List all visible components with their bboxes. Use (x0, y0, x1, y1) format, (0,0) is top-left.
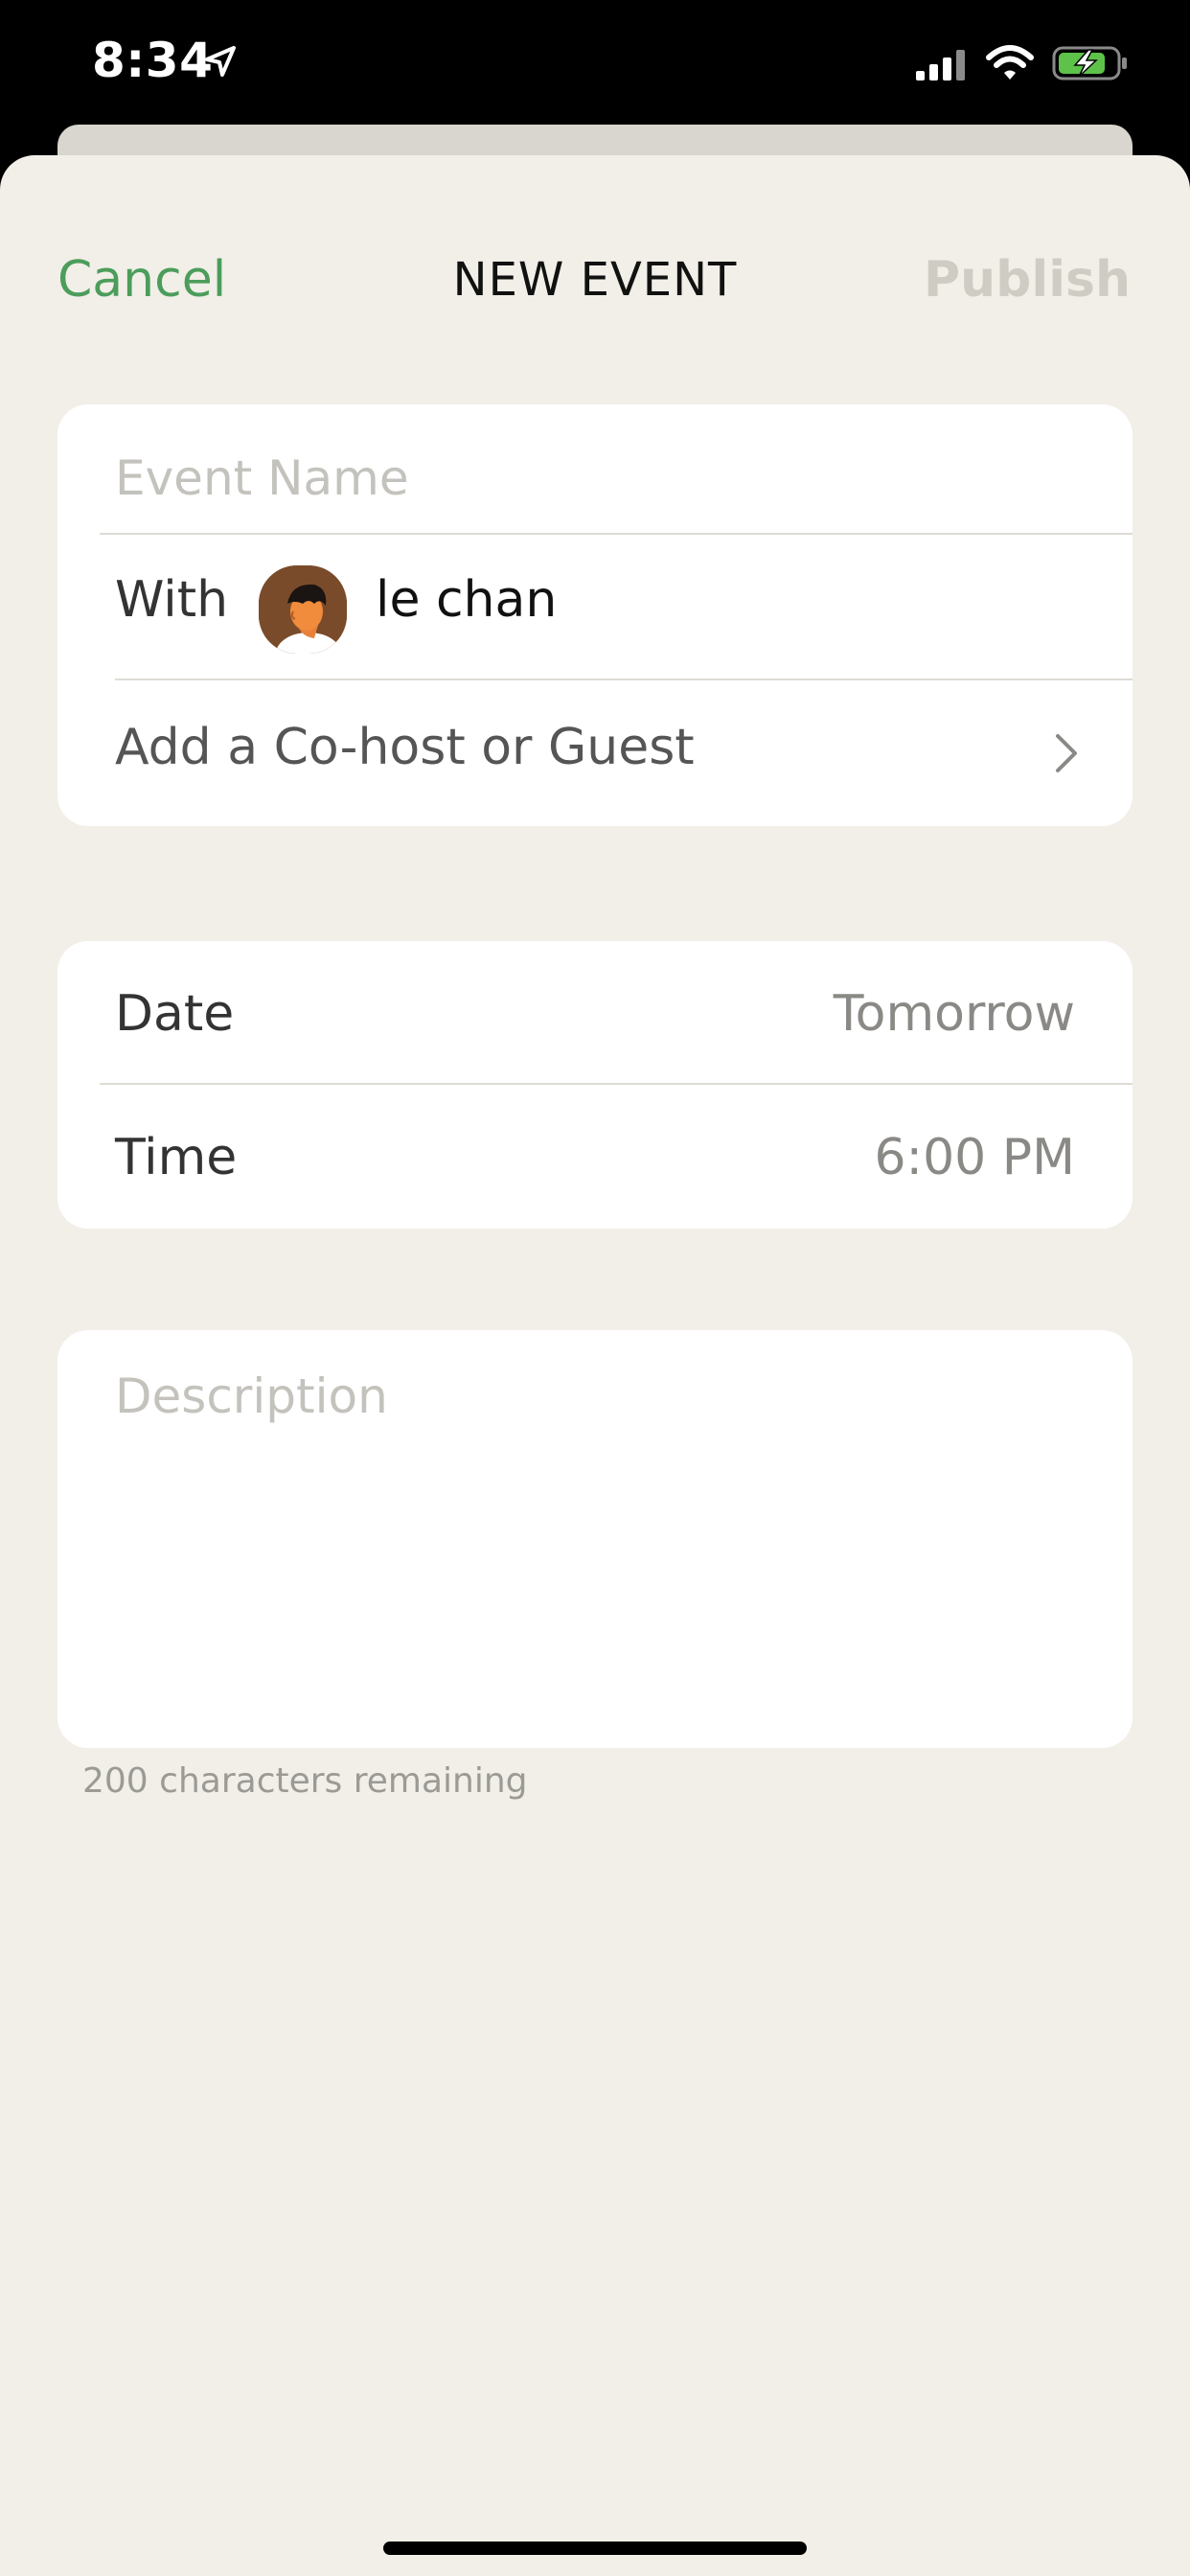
home-indicator (383, 2542, 807, 2555)
host-name: le chan (376, 571, 558, 629)
battery-charging-icon (1052, 46, 1127, 80)
add-cohost-row[interactable]: Add a Co-host or Guest (57, 680, 1133, 826)
event-details-card: With le chan Add a Co-host or Guest (57, 404, 1133, 826)
description-input[interactable] (115, 1368, 1073, 1714)
publish-button[interactable]: Publish (924, 251, 1131, 309)
event-name-row[interactable] (57, 404, 1133, 533)
host-avatar-image (259, 565, 347, 654)
characters-remaining-label: 200 characters remaining (82, 1761, 528, 1801)
with-label: With (115, 571, 229, 629)
cellular-signal-icon (916, 50, 965, 80)
host-row: With le chan (57, 535, 1133, 678)
chevron-right-icon (1056, 734, 1077, 772)
add-cohost-label: Add a Co-host or Guest (115, 719, 695, 776)
time-value[interactable]: 6:00 PM (874, 1129, 1075, 1186)
avatar (259, 565, 347, 654)
schedule-card: Date Tomorrow Time 6:00 PM (57, 941, 1133, 1229)
screen: 8:34 Cancel NEW EVENT Publish Event Name… (0, 0, 1190, 2576)
time-row[interactable]: Time 6:00 PM (57, 941, 1133, 1229)
location-arrow-icon (205, 46, 236, 77)
status-time: 8:34 (92, 33, 214, 88)
wifi-icon (986, 45, 1034, 80)
time-label: Time (115, 1129, 238, 1186)
nav-bar: Cancel NEW EVENT Publish (0, 155, 1190, 404)
description-card (57, 1330, 1133, 1748)
status-bar: 8:34 (0, 0, 1190, 126)
event-name-input[interactable] (115, 445, 1073, 512)
new-event-sheet: Cancel NEW EVENT Publish With (0, 155, 1190, 2576)
